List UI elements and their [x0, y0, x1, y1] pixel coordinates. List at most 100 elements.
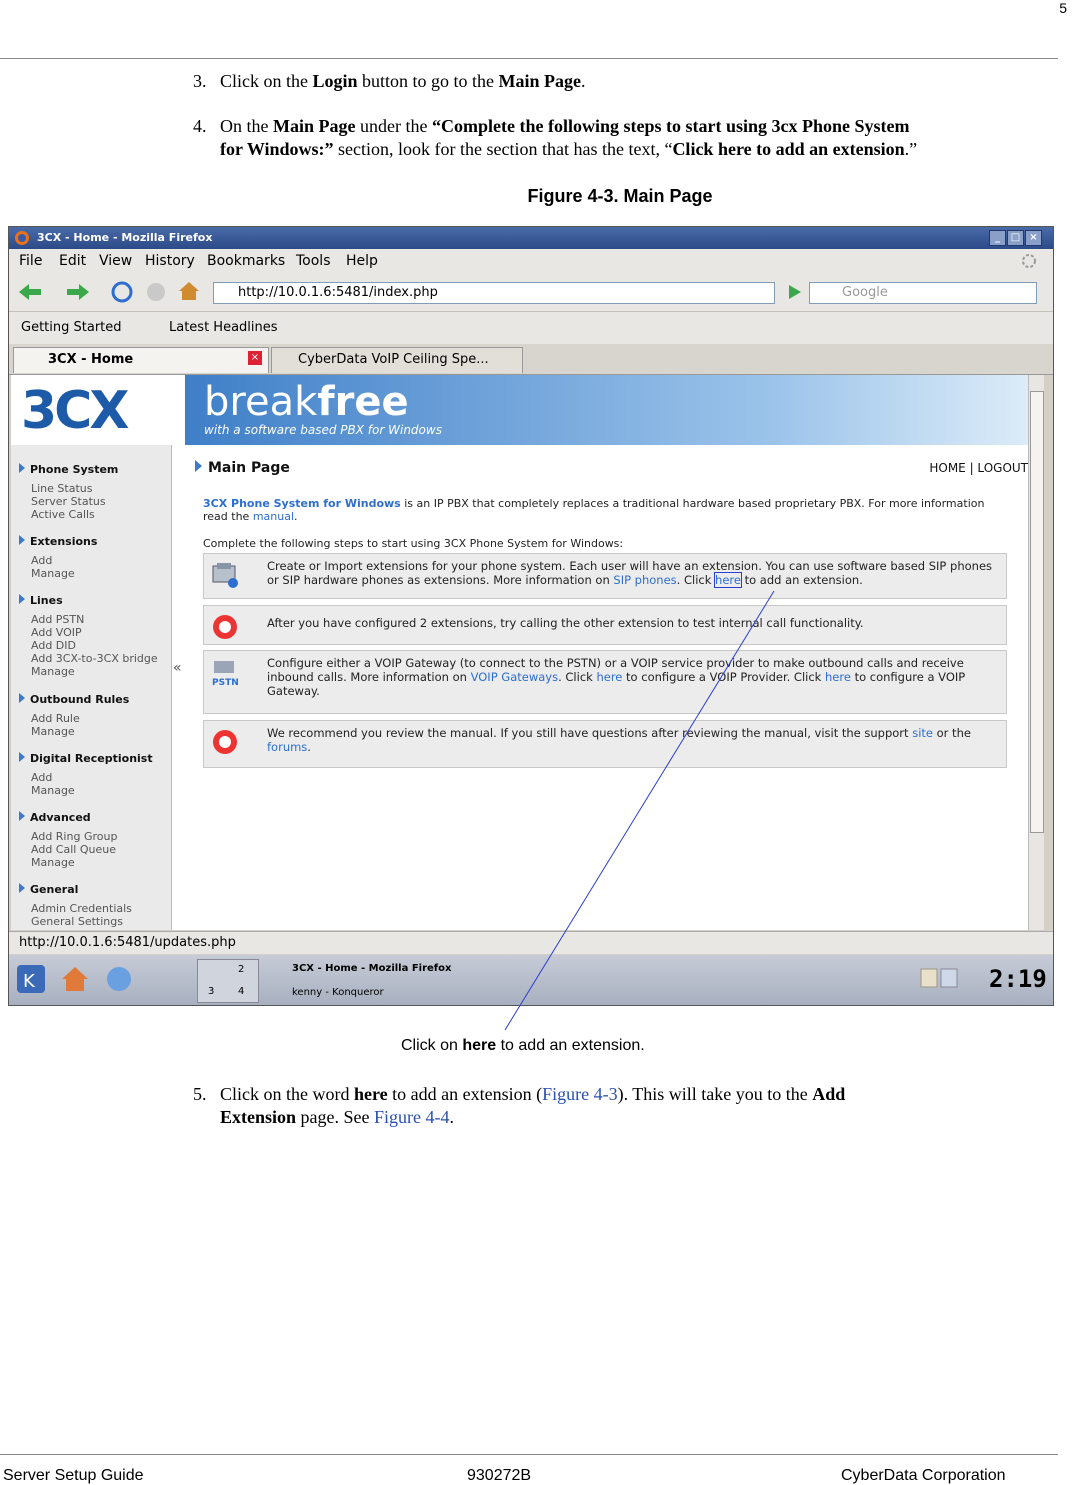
reload-icon[interactable] — [110, 280, 134, 304]
sidebar-item[interactable]: Add Call Queue — [31, 843, 116, 856]
sidebar-item[interactable]: Add Ring Group — [31, 830, 117, 843]
menu-tools[interactable]: Tools — [296, 253, 331, 269]
minimize-button[interactable]: _ — [989, 230, 1006, 246]
search-input[interactable]: Google — [809, 282, 1037, 304]
footer-rule — [0, 1454, 1058, 1455]
scroll-thumb[interactable] — [1030, 391, 1044, 833]
vertical-scrollbar[interactable] — [1028, 375, 1044, 930]
figure-callout: Click on here to add an extension. — [401, 1037, 645, 1055]
step-text: Click on the word — [220, 1084, 354, 1104]
kde-menu-icon[interactable]: K — [15, 963, 47, 995]
sidebar-item[interactable]: Manage — [31, 567, 75, 580]
box-text: or the — [932, 726, 971, 740]
system-tray-icon[interactable] — [919, 967, 959, 991]
taskbar-konqueror[interactable]: kenny - Konqueror — [292, 987, 384, 998]
step-4: 4. On the Main Page under the “Complete t… — [193, 115, 1053, 161]
footer-left: Server Setup Guide — [3, 1467, 144, 1484]
tab-cyberdata[interactable]: CyberData VoIP Ceiling Spe... — [271, 347, 523, 373]
collapse-sidebar-button[interactable]: « — [173, 660, 182, 676]
sidebar-item[interactable]: Line Status — [31, 482, 92, 495]
sidebar-item[interactable]: Add DID — [31, 639, 76, 652]
voip-gateway-here-link[interactable]: here — [825, 670, 851, 684]
back-arrow-icon[interactable] — [17, 281, 43, 303]
menu-view[interactable]: View — [99, 253, 132, 269]
footer-center: 930272B — [467, 1467, 532, 1484]
add-extension-here-link[interactable]: here — [714, 572, 742, 588]
tab-label: CyberData VoIP Ceiling Spe... — [298, 352, 489, 367]
step-text: . — [449, 1107, 455, 1127]
sidebar-head-general[interactable]: General — [19, 883, 78, 896]
step-box-manual: We recommend you review the manual. If y… — [203, 720, 1007, 768]
url-field[interactable]: http://10.0.1.6:5481/index.php — [213, 282, 775, 304]
sip-phones-link[interactable]: SIP phones — [613, 573, 676, 587]
throbber-icon — [1022, 254, 1036, 268]
step-bold: for Windows:” — [220, 139, 334, 159]
sidebar-item[interactable]: Add VOIP — [31, 626, 82, 639]
sidebar-head-phone-system[interactable]: Phone System — [19, 463, 118, 476]
sidebar-item[interactable]: Manage — [31, 725, 75, 738]
taskbar-firefox[interactable]: 3CX - Home - Mozilla Firefox — [292, 963, 451, 974]
sidebar-item[interactable]: Manage — [31, 856, 75, 869]
sidebar-item[interactable]: Add PSTN — [31, 613, 84, 626]
intro-text: 3CX Phone System for Windows is an IP PB… — [203, 497, 1003, 523]
sidebar-item[interactable]: General Settings — [31, 915, 123, 928]
sidebar-item[interactable]: Add Rule — [31, 712, 80, 725]
voip-provider-here-link[interactable]: here — [596, 670, 622, 684]
box-text: to add an extension. — [740, 573, 863, 587]
bookmark-latest-headlines[interactable]: Latest Headlines — [169, 320, 278, 335]
desktop-3[interactable]: 3 — [208, 986, 214, 997]
desktop-4[interactable]: 4 — [238, 986, 244, 997]
menu-bookmarks[interactable]: Bookmarks — [207, 253, 285, 269]
sidebar-item[interactable]: Add 3CX-to-3CX bridge — [31, 652, 158, 665]
maximize-button[interactable]: □ — [1007, 230, 1024, 246]
sidebar-item[interactable]: Add — [31, 771, 52, 784]
forward-arrow-icon[interactable] — [65, 281, 91, 303]
clock: 2:19 — [989, 965, 1047, 993]
sidebar-head-outbound-rules[interactable]: Outbound Rules — [19, 693, 129, 706]
step-bold: Main Page — [273, 116, 356, 136]
desktop-2[interactable]: 2 — [238, 964, 244, 975]
sidebar-head-lines[interactable]: Lines — [19, 594, 63, 607]
sidebar-head-digital-receptionist[interactable]: Digital Receptionist — [19, 752, 153, 765]
bookmark-getting-started[interactable]: Getting Started — [21, 320, 122, 335]
menu-edit[interactable]: Edit — [59, 253, 86, 269]
figure-4-3-link[interactable]: Figure 4-3 — [542, 1084, 618, 1104]
step-box-gateway: PSTN Configure either a VOIP Gateway (to… — [203, 650, 1007, 714]
close-button[interactable]: × — [1025, 230, 1042, 246]
forums-link[interactable]: forums — [267, 740, 307, 754]
home-icon[interactable] — [177, 279, 201, 303]
go-icon[interactable] — [784, 282, 804, 302]
sidebar-item[interactable]: Server Status — [31, 495, 106, 508]
step-number: 3. — [193, 71, 207, 91]
sidebar-head-advanced[interactable]: Advanced — [19, 811, 91, 824]
figure-4-4-link[interactable]: Figure 4-4 — [374, 1107, 450, 1127]
footer-right: CyberData Corporation — [841, 1467, 1006, 1484]
manual-link[interactable]: manual — [253, 510, 294, 523]
menu-help[interactable]: Help — [346, 253, 378, 269]
step-text: ). This will take you to the — [617, 1084, 813, 1104]
callout-text: to add an extension. — [496, 1037, 645, 1054]
menu-history[interactable]: History — [145, 253, 195, 269]
konqueror-icon[interactable] — [103, 963, 135, 995]
navigation-toolbar: http://10.0.1.6:5481/index.php Google — [9, 273, 1053, 312]
header-rule — [0, 58, 1058, 59]
sidebar-item[interactable]: Active Calls — [31, 508, 95, 521]
intro-link[interactable]: 3CX Phone System for Windows — [203, 497, 401, 510]
voip-gateways-link[interactable]: VOIP Gateways — [471, 670, 559, 684]
virtual-desktop-pager[interactable]: 2 3 4 — [197, 959, 259, 1003]
step-3: 3. Click on the Login button to go to the… — [193, 70, 586, 93]
home-logout-links[interactable]: HOME | LOGOUT — [929, 461, 1028, 475]
sidebar-item[interactable]: Admin Credentials — [31, 902, 132, 915]
callout-bold: here — [462, 1037, 497, 1054]
stop-icon[interactable] — [145, 281, 167, 303]
support-site-link[interactable]: site — [912, 726, 933, 740]
sidebar-item[interactable]: Manage — [31, 784, 75, 797]
sidebar-item[interactable]: Manage — [31, 665, 75, 678]
tab-close-icon[interactable]: × — [248, 351, 262, 365]
sidebar-item[interactable]: Add — [31, 554, 52, 567]
sidebar-head-extensions[interactable]: Extensions — [19, 535, 97, 548]
home-folder-icon[interactable] — [59, 963, 91, 995]
menu-file[interactable]: File — [19, 253, 42, 269]
step-bold: Click here to add an extension — [672, 139, 905, 159]
tab-3cx-home[interactable]: 3CX - Home × — [13, 347, 269, 373]
